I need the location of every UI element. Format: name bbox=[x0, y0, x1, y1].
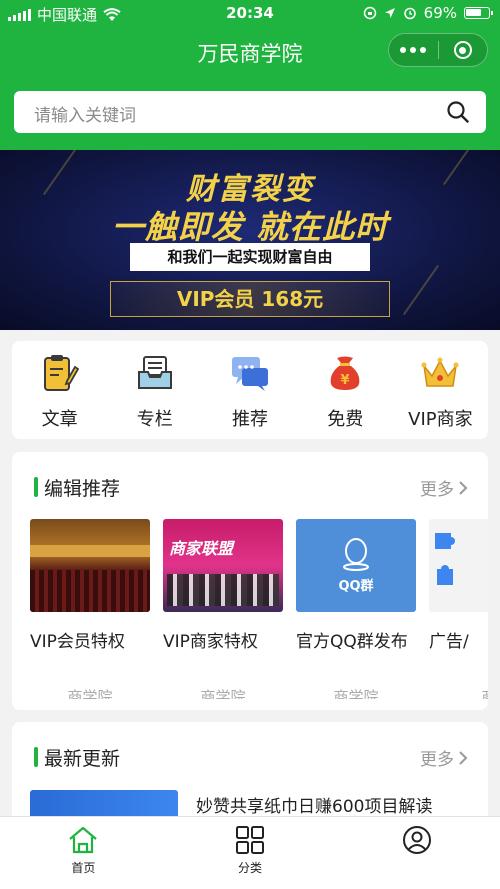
pick-image bbox=[429, 519, 488, 612]
promo-banner[interactable]: 财富裂变 一触即发 就在此时 和我们一起实现财富自由 VIP会员 168元 bbox=[0, 150, 500, 330]
category-column[interactable]: 专栏 bbox=[107, 341, 202, 439]
user-icon bbox=[402, 826, 431, 854]
close-program-icon[interactable] bbox=[438, 41, 487, 59]
news-title[interactable]: 妙赞共享纸巾日赚600项目解读 bbox=[196, 792, 432, 817]
banner-tagline: 和我们一起实现财富自由 bbox=[130, 243, 370, 271]
rotation-lock-icon bbox=[363, 6, 376, 20]
money-bag-icon: ¥ bbox=[325, 353, 365, 393]
section-accent-bar bbox=[34, 747, 38, 767]
pick-image-text: QQ群 bbox=[338, 579, 374, 594]
home-icon bbox=[69, 826, 98, 854]
tab-bar: 首页 分类 bbox=[0, 816, 500, 889]
banner-subheadline: 一触即发 就在此时 bbox=[111, 208, 389, 246]
section-accent-bar bbox=[34, 477, 38, 497]
crown-icon bbox=[420, 353, 460, 393]
pick-title: VIP商家特权 bbox=[163, 632, 258, 652]
mini-program-capsule bbox=[388, 33, 488, 67]
grid-icon bbox=[236, 826, 264, 854]
more-label: 更多 bbox=[420, 750, 454, 770]
chat-bubbles-icon bbox=[230, 353, 270, 393]
pick-image: 商家联盟 bbox=[163, 519, 283, 612]
status-bar: 中国联通 20:34 69% bbox=[0, 0, 500, 26]
section-header: 最新更新 更多 bbox=[12, 744, 488, 770]
puzzle-icon bbox=[435, 533, 455, 585]
pick-card[interactable]: QQ群 官方QQ群发布 商学院 bbox=[296, 519, 416, 699]
editor-picks-section: 编辑推荐 更多 VIP会员特权 商学院 商家联盟 VIP商家特权 商学院 QQ群… bbox=[12, 452, 488, 710]
more-link[interactable]: 更多 bbox=[420, 745, 468, 770]
clipboard-pencil-icon bbox=[40, 353, 80, 393]
pick-source: 商学院 bbox=[333, 688, 379, 699]
pick-title: 官方QQ群发布 bbox=[296, 632, 408, 652]
tab-label: 分类 bbox=[238, 861, 263, 875]
category-label: VIP商家 bbox=[408, 409, 473, 430]
pick-image: QQ群 bbox=[296, 519, 416, 612]
pick-card[interactable]: VIP会员特权 商学院 bbox=[30, 519, 150, 699]
category-recommend[interactable]: 推荐 bbox=[202, 341, 297, 439]
category-label: 推荐 bbox=[232, 409, 268, 430]
nav-bar: 万民商学院 bbox=[0, 26, 500, 74]
chevron-right-icon bbox=[459, 480, 468, 495]
pick-source: 商 bbox=[429, 686, 488, 699]
category-label: 专栏 bbox=[136, 409, 173, 430]
section-title: 最新更新 bbox=[44, 748, 121, 770]
category-grid: 文章 专栏 推荐 ¥ 免费 VIP商家 bbox=[12, 341, 488, 439]
category-free[interactable]: ¥ 免费 bbox=[298, 341, 393, 439]
pick-card[interactable]: 广告/ 商 bbox=[429, 519, 488, 699]
alarm-icon bbox=[403, 7, 416, 20]
battery-icon bbox=[464, 7, 493, 19]
search-placeholder: 请输入关键词 bbox=[34, 106, 136, 126]
category-vip-merchant[interactable]: VIP商家 bbox=[393, 341, 488, 439]
pick-image bbox=[30, 519, 150, 612]
pick-title: VIP会员特权 bbox=[30, 632, 125, 652]
pick-source: 商学院 bbox=[200, 688, 246, 699]
more-link[interactable]: 更多 bbox=[420, 475, 468, 500]
inbox-tray-icon bbox=[135, 353, 175, 393]
pick-source: 商学院 bbox=[67, 688, 113, 699]
qq-penguin-icon bbox=[343, 538, 369, 571]
tab-profile[interactable] bbox=[333, 817, 500, 889]
more-menu-icon[interactable] bbox=[389, 47, 438, 53]
battery-percent: 69% bbox=[423, 4, 457, 22]
more-label: 更多 bbox=[420, 480, 454, 500]
section-header: 编辑推荐 更多 bbox=[12, 474, 488, 500]
search-area: 请输入关键词 bbox=[0, 74, 500, 150]
pick-image-text: 商家联盟 bbox=[169, 539, 234, 558]
category-label: 免费 bbox=[327, 409, 364, 430]
chevron-right-icon bbox=[459, 750, 468, 765]
pick-card[interactable]: 商家联盟 VIP商家特权 商学院 bbox=[163, 519, 283, 699]
section-title: 编辑推荐 bbox=[44, 478, 121, 500]
search-icon[interactable] bbox=[446, 100, 470, 124]
svg-text:¥: ¥ bbox=[341, 373, 350, 388]
category-article[interactable]: 文章 bbox=[12, 341, 107, 439]
category-label: 文章 bbox=[41, 409, 78, 430]
search-input[interactable]: 请输入关键词 bbox=[14, 91, 486, 133]
tab-label: 首页 bbox=[71, 861, 96, 875]
pick-title: 广告/ bbox=[429, 632, 469, 652]
location-icon bbox=[384, 8, 395, 18]
tab-home[interactable]: 首页 bbox=[0, 817, 167, 889]
editor-picks-carousel[interactable]: VIP会员特权 商学院 商家联盟 VIP商家特权 商学院 QQ群 官方QQ群发布… bbox=[30, 519, 488, 699]
banner-price: VIP会员 168元 bbox=[110, 281, 390, 317]
tab-category[interactable]: 分类 bbox=[167, 817, 334, 889]
